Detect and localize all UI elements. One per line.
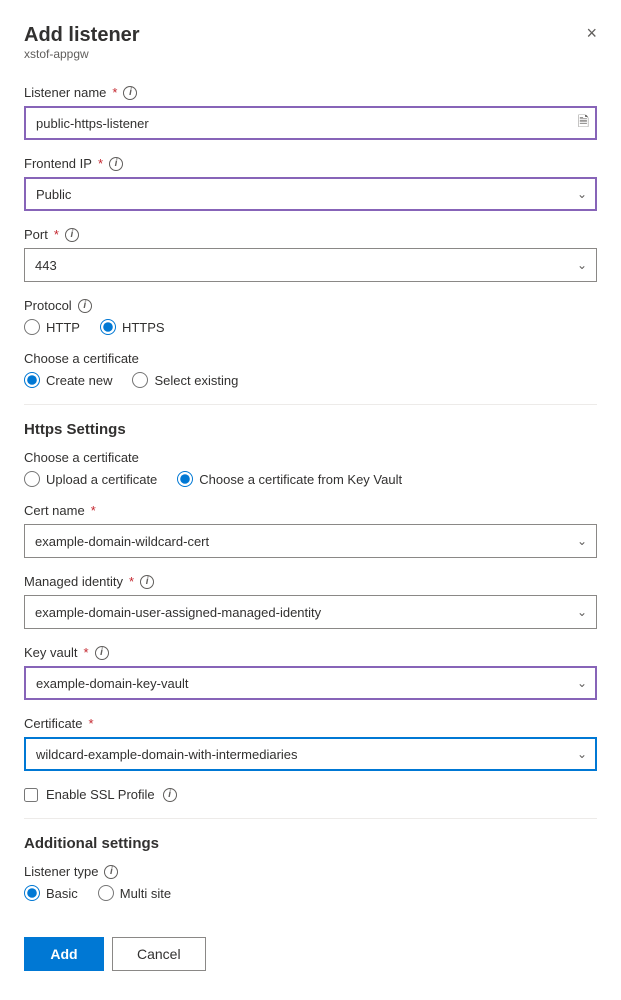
listener-type-basic-radio[interactable] <box>24 885 40 901</box>
listener-type-basic-label: Basic <box>46 886 78 901</box>
choose-certificate-group: Choose a certificate Create new Select e… <box>24 351 597 388</box>
divider-1 <box>24 404 597 405</box>
listener-name-input-wrapper: 🗎 <box>24 106 597 140</box>
protocol-http-radio[interactable] <box>24 319 40 335</box>
listener-type-multisite-label: Multi site <box>120 886 171 901</box>
listener-name-info-icon[interactable]: i <box>123 86 137 100</box>
listener-type-multisite-radio[interactable] <box>98 885 114 901</box>
listener-type-label: Listener type i <box>24 864 597 879</box>
cert-name-select-wrapper: example-domain-wildcard-cert ⌄ <box>24 524 597 558</box>
required-star-port: * <box>54 227 59 242</box>
port-label: Port * i <box>24 227 597 242</box>
managed-identity-select-wrapper: example-domain-user-assigned-managed-ide… <box>24 595 597 629</box>
ssl-profile-label[interactable]: Enable SSL Profile <box>46 787 155 802</box>
listener-type-radio-group: Basic Multi site <box>24 885 597 901</box>
panel-title: Add listener <box>24 24 140 47</box>
protocol-http-option[interactable]: HTTP <box>24 319 80 335</box>
additional-settings-section: Additional settings Listener type i Basi… <box>24 835 597 901</box>
key-vault-group: Key vault * i example-domain-key-vault ⌄ <box>24 645 597 700</box>
certificate-select-wrapper: wildcard-example-domain-with-intermediar… <box>24 737 597 771</box>
cert-create-new-radio[interactable] <box>24 372 40 388</box>
cert-select-existing-label: Select existing <box>154 373 238 388</box>
certificate-select[interactable]: wildcard-example-domain-with-intermediar… <box>24 737 597 771</box>
listener-name-label: Listener name * i <box>24 85 597 100</box>
cancel-button[interactable]: Cancel <box>112 937 206 971</box>
frontend-ip-select[interactable]: Public Private <box>24 177 597 211</box>
https-key-vault-option[interactable]: Choose a certificate from Key Vault <box>177 471 402 487</box>
close-button[interactable]: × <box>586 24 597 42</box>
certificate-group: Certificate * wildcard-example-domain-wi… <box>24 716 597 771</box>
additional-settings-title: Additional settings <box>24 835 597 852</box>
panel-subtitle: xstof-appgw <box>24 47 140 61</box>
required-star-cert: * <box>91 503 96 518</box>
protocol-info-icon[interactable]: i <box>78 299 92 313</box>
required-star-frontend: * <box>98 156 103 171</box>
https-upload-cert-radio[interactable] <box>24 471 40 487</box>
certificate-label: Certificate * <box>24 716 597 731</box>
https-key-vault-radio[interactable] <box>177 471 193 487</box>
cert-select-existing-option[interactable]: Select existing <box>132 372 238 388</box>
listener-type-basic-option[interactable]: Basic <box>24 885 78 901</box>
required-star-kv: * <box>83 645 88 660</box>
panel-title-area: Add listener xstof-appgw <box>24 24 140 81</box>
frontend-ip-group: Frontend IP * i Public Private ⌄ <box>24 156 597 211</box>
key-vault-select[interactable]: example-domain-key-vault <box>24 666 597 700</box>
cert-select-existing-radio[interactable] <box>132 372 148 388</box>
footer: Add Cancel <box>24 917 597 991</box>
listener-name-input[interactable] <box>24 106 597 140</box>
listener-type-multisite-option[interactable]: Multi site <box>98 885 171 901</box>
protocol-group: Protocol i HTTP HTTPS <box>24 298 597 335</box>
listener-type-group: Listener type i Basic Multi site <box>24 864 597 901</box>
required-star-certificate: * <box>89 716 94 731</box>
key-vault-info-icon[interactable]: i <box>95 646 109 660</box>
cert-create-new-option[interactable]: Create new <box>24 372 112 388</box>
protocol-https-radio[interactable] <box>100 319 116 335</box>
key-vault-label: Key vault * i <box>24 645 597 660</box>
port-info-icon[interactable]: i <box>65 228 79 242</box>
cert-name-group: Cert name * example-domain-wildcard-cert… <box>24 503 597 558</box>
choose-certificate-radio-group: Create new Select existing <box>24 372 597 388</box>
key-vault-select-wrapper: example-domain-key-vault ⌄ <box>24 666 597 700</box>
required-star-managed: * <box>129 574 134 589</box>
port-group: Port * i 443 ⌄ <box>24 227 597 282</box>
https-upload-cert-label: Upload a certificate <box>46 472 157 487</box>
panel-header: Add listener xstof-appgw × <box>24 24 597 81</box>
cert-name-select[interactable]: example-domain-wildcard-cert <box>24 524 597 558</box>
protocol-radio-group: HTTP HTTPS <box>24 319 597 335</box>
listener-type-info-icon[interactable]: i <box>104 865 118 879</box>
managed-identity-group: Managed identity * i example-domain-user… <box>24 574 597 629</box>
protocol-label: Protocol i <box>24 298 597 313</box>
add-button[interactable]: Add <box>24 937 104 971</box>
https-choose-certificate-label: Choose a certificate <box>24 450 597 465</box>
listener-name-group: Listener name * i 🗎 <box>24 85 597 140</box>
https-upload-cert-option[interactable]: Upload a certificate <box>24 471 157 487</box>
listener-name-icon: 🗎 <box>578 111 589 135</box>
managed-identity-info-icon[interactable]: i <box>140 575 154 589</box>
https-settings-section: Https Settings Choose a certificate Uplo… <box>24 421 597 802</box>
protocol-https-label: HTTPS <box>122 320 165 335</box>
port-select-wrapper: 443 ⌄ <box>24 248 597 282</box>
ssl-profile-row: Enable SSL Profile i <box>24 787 597 802</box>
https-cert-radio-group: Upload a certificate Choose a certificat… <box>24 471 597 487</box>
ssl-profile-checkbox[interactable] <box>24 788 38 802</box>
required-star: * <box>112 85 117 100</box>
managed-identity-label: Managed identity * i <box>24 574 597 589</box>
choose-certificate-label: Choose a certificate <box>24 351 597 366</box>
add-listener-panel: Add listener xstof-appgw × Listener name… <box>0 0 621 1000</box>
cert-create-new-label: Create new <box>46 373 112 388</box>
ssl-profile-info-icon[interactable]: i <box>163 788 177 802</box>
cert-name-label: Cert name * <box>24 503 597 518</box>
https-choose-certificate-group: Choose a certificate Upload a certificat… <box>24 450 597 487</box>
divider-2 <box>24 818 597 819</box>
https-key-vault-label: Choose a certificate from Key Vault <box>199 472 402 487</box>
protocol-http-label: HTTP <box>46 320 80 335</box>
https-settings-title: Https Settings <box>24 421 597 438</box>
protocol-https-option[interactable]: HTTPS <box>100 319 165 335</box>
frontend-ip-info-icon[interactable]: i <box>109 157 123 171</box>
frontend-ip-label: Frontend IP * i <box>24 156 597 171</box>
frontend-ip-select-wrapper: Public Private ⌄ <box>24 177 597 211</box>
managed-identity-select[interactable]: example-domain-user-assigned-managed-ide… <box>24 595 597 629</box>
port-select[interactable]: 443 <box>24 248 597 282</box>
